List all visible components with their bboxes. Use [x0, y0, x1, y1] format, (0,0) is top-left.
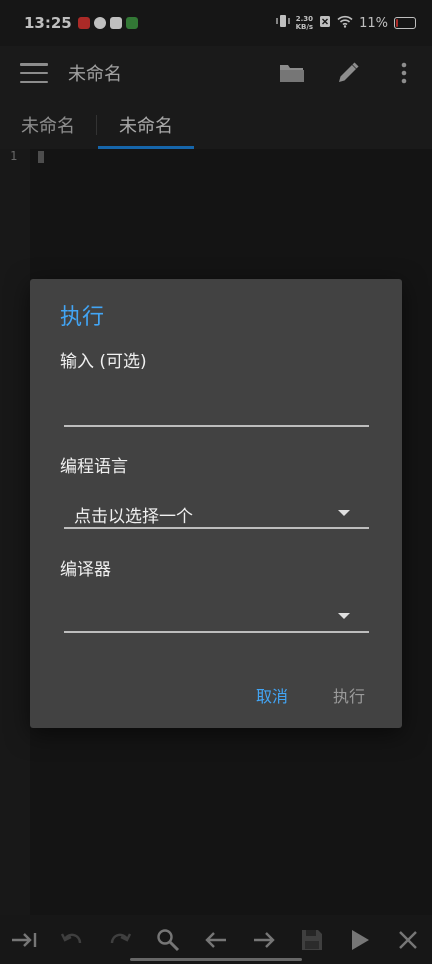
- dialog-title: 执行: [60, 305, 105, 330]
- dropdown-arrow-icon: [338, 510, 350, 516]
- language-label: 编程语言: [60, 457, 128, 477]
- compiler-label: 编译器: [60, 560, 111, 580]
- dropdown-arrow-icon: [338, 613, 350, 619]
- cancel-button[interactable]: 取消: [256, 683, 288, 707]
- input-label: 输入 (可选): [60, 352, 147, 372]
- execute-dialog: 执行 输入 (可选) 编程语言 点击以选择一个 编译器 取消 执行: [30, 279, 402, 728]
- execute-button[interactable]: 执行: [333, 683, 365, 707]
- input-field[interactable]: [64, 391, 373, 427]
- language-select-underline: [64, 527, 369, 529]
- language-select-value: 点击以选择一个: [74, 507, 193, 527]
- compiler-select-underline: [64, 631, 369, 633]
- input-underline: [64, 425, 369, 427]
